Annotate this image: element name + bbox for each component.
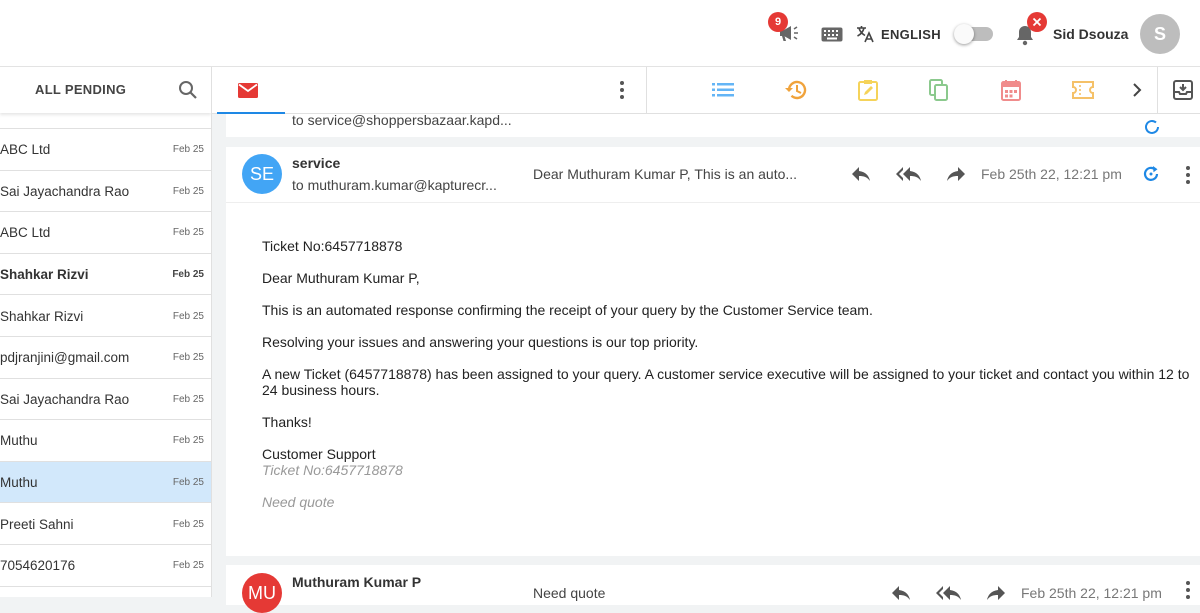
list-item-name: ABC Ltd [0,225,51,241]
list-item-date: Feb 25 [172,227,204,239]
message-timestamp: Feb 25th 22, 12:21 pm [981,166,1122,182]
signature: Customer Support [262,446,376,462]
reply-icon[interactable] [851,166,871,182]
mail-icon[interactable] [238,83,258,98]
list-item[interactable]: pdjranjini@gmail.com Feb 25 [0,338,211,379]
language-label: ENGLISH [881,26,941,42]
list-item-name: 7054620176 [0,558,76,574]
list-item[interactable]: Shahkar Rizvi Feb 25 [0,254,211,296]
theme-toggle[interactable] [954,24,993,44]
archive-icon[interactable] [1173,80,1193,100]
list-item-name: ABC Ltd [0,142,51,158]
conversation-panel: to service@shoppersbazaar.kapd... SE ser… [212,67,1200,613]
more-options-icon[interactable] [620,81,624,99]
sender-name: Muthuram Kumar P [292,574,422,590]
message-timestamp: Feb 25th 22, 12:21 pm [1021,585,1162,601]
message-card[interactable]: MU Muthuram Kumar P Need quote Feb 25th … [226,565,1200,613]
history-icon[interactable] [784,79,808,101]
list-icon[interactable] [712,83,734,97]
list-item-date: Feb 25 [172,310,204,322]
sender-name: service [292,155,341,171]
search-icon[interactable] [178,80,198,100]
body-line: This is an automated response confirming… [262,302,873,318]
notes-icon[interactable] [858,79,878,101]
list-item-date: Feb 25 [172,144,204,156]
body-line: Ticket No:6457718878 [262,238,403,254]
close-icon [1032,17,1042,27]
more-options-icon[interactable] [1186,581,1190,599]
ticket-icon[interactable] [1072,81,1094,99]
list-item-date: Feb 25 [172,518,204,530]
conversation-toolbar [212,67,1200,114]
list-item[interactable]: 7054620176 Feb 25 [0,546,211,587]
divider [646,67,647,114]
message-header[interactable]: SE service to muthuram.kumar@kapturecr..… [226,147,1200,203]
divider [1157,67,1158,114]
list-item[interactable]: Muthu Feb 25 [0,462,211,504]
avatar: MU [242,573,282,613]
list-item-name: Preeti Sahni [0,516,74,532]
reply-all-icon[interactable] [936,585,962,601]
quoted-text: Need quote [262,494,335,510]
list-item-date: Feb 25 [172,435,204,447]
active-tab-indicator [217,112,285,114]
list-item[interactable]: Shahkar Rizvi Feb 25 [0,296,211,337]
translate-icon [857,26,874,43]
list-item-date: Feb 25 [172,393,204,405]
list-item-date: Feb 25 [172,476,204,488]
list-item-date: Feb 25 [172,352,204,364]
forward-icon[interactable] [986,585,1006,601]
forward-icon[interactable] [946,166,966,182]
list-item-date: Feb 25 [172,185,204,197]
signature-ticket: Ticket No:6457718878 [262,462,403,478]
list-item-name: Muthu [0,474,38,490]
chevron-right-icon[interactable] [1132,83,1142,97]
sidebar-header: ALL PENDING [0,67,211,113]
copy-icon[interactable] [929,79,949,101]
list-item[interactable]: Sai Jayachandra Rao Feb 25 [0,171,211,213]
notification-clear-badge[interactable] [1027,12,1047,32]
language-selector[interactable]: ENGLISH [855,24,941,44]
body-line: Thanks! [262,414,312,430]
message-card: SE service to muthuram.kumar@kapturecr..… [226,147,1200,556]
message-preview: Dear Muthuram Kumar P, This is an auto..… [533,166,798,182]
message-body: Ticket No:6457718878 Dear Muthuram Kumar… [262,238,1200,526]
user-menu[interactable]: Sid Dsouza [1053,26,1128,42]
list-item-name: Sai Jayachandra Rao [0,391,130,407]
calendar-icon[interactable] [1001,79,1021,101]
avatar: SE [242,154,282,194]
refresh-icon[interactable] [1141,164,1161,184]
sidebar-title[interactable]: ALL PENDING [35,82,126,97]
reply-all-icon[interactable] [896,166,922,182]
body-line: Resolving your issues and answering your… [262,334,699,350]
message-preview: Need quote [533,585,606,601]
keyboard-button[interactable] [821,27,843,42]
top-bar: 9 ENGLISH Sid Dsouza S [0,0,1200,67]
list-item[interactable]: Sai Jayachandra Rao Feb 25 [0,379,211,421]
list-item-name: Shahkar Rizvi [0,308,84,324]
list-item[interactable]: Preeti Sahni Feb 25 [0,504,211,545]
list-item-date: Feb 25 [172,560,204,572]
keyboard-icon [821,27,843,42]
refresh-icon[interactable] [1142,117,1162,137]
list-item[interactable]: Muthu Feb 25 [0,421,211,462]
recipient-text: to service@shoppersbazaar.kapd... [292,112,512,128]
announcement-count-badge: 9 [768,12,788,32]
list-item[interactable]: ABC Ltd Feb 25 [0,213,211,254]
more-options-icon[interactable] [1186,166,1190,184]
list-item-name: pdjranjini@gmail.com [0,350,130,366]
list-item[interactable]: ABC Ltd Feb 25 [0,130,211,171]
body-line: Dear Muthuram Kumar P, [262,270,420,286]
recipient-text: to muthuram.kumar@kapturecr... [292,177,497,193]
ticket-sidebar: ALL PENDING ABC LtdFeb 25ABC LtdFeb 25Sa… [0,67,212,597]
list-item-date: Feb 25 [172,268,204,280]
list-item-name: Muthu [0,433,38,449]
user-avatar-button[interactable]: S [1140,14,1180,54]
list-item-name: Shahkar Rizvi [0,266,89,282]
body-line: A new Ticket (6457718878) has been assig… [262,366,1190,398]
reply-icon[interactable] [891,585,911,601]
list-item-name: Sai Jayachandra Rao [0,183,130,199]
user-name: Sid Dsouza [1053,26,1129,42]
avatar: S [1140,14,1180,54]
